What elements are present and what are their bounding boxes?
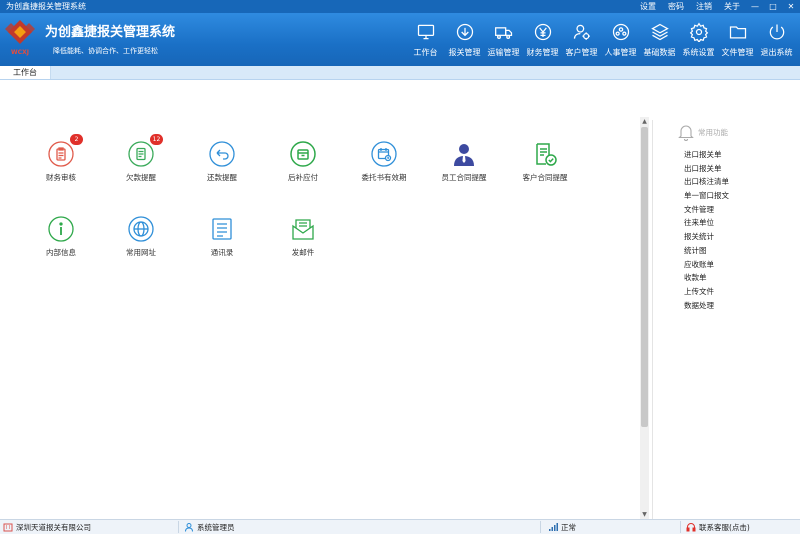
nav-finance[interactable]: 财务管理 bbox=[523, 22, 562, 58]
common-functions-panel: 常用功能 进口报关单 出口报关单 出口核注清单 单一窗口报文 文件管理 往来单位… bbox=[652, 120, 800, 519]
power-icon bbox=[769, 24, 784, 40]
panel-title: 常用功能 bbox=[698, 127, 728, 137]
shortcut-receipts[interactable]: 收款单 bbox=[684, 271, 729, 285]
return-icon bbox=[209, 141, 235, 167]
status-support[interactable]: 联系客服(点击) bbox=[686, 521, 750, 533]
yen-icon bbox=[534, 23, 551, 41]
function-internal-info[interactable]: 内部信息 bbox=[26, 216, 96, 258]
calendar-clock-icon bbox=[371, 141, 397, 167]
shortcut-partners[interactable]: 往来单位 bbox=[684, 216, 729, 230]
shortcut-data-processing[interactable]: 数据处理 bbox=[684, 299, 729, 313]
truck-icon bbox=[494, 27, 512, 39]
contract-check-icon bbox=[536, 143, 557, 166]
signal-icon bbox=[549, 523, 558, 531]
shortcut-list: 进口报关单 出口报关单 出口核注清单 单一窗口报文 文件管理 往来单位 报关统计… bbox=[684, 148, 729, 312]
window-title: 为创鑫捷报关管理系统 bbox=[6, 2, 86, 11]
svg-text:WCXJ: WCXJ bbox=[11, 49, 29, 56]
nav-hr[interactable]: 人事管理 bbox=[601, 22, 640, 58]
employee-icon bbox=[454, 144, 474, 166]
nav-exit[interactable]: 退出系统 bbox=[757, 22, 796, 58]
maximize-button[interactable]: □ bbox=[764, 2, 782, 11]
function-common-urls[interactable]: 常用网址 bbox=[106, 216, 176, 258]
password-link[interactable]: 密码 bbox=[668, 1, 684, 12]
company-logo: WCXJ bbox=[5, 18, 35, 60]
nav-basic-data[interactable]: 基础数据 bbox=[640, 22, 679, 58]
main-nav: 工作台 报关管理 运输管理 财务管理 客户管理 人事管理 基础数据 系统设置 文… bbox=[406, 22, 796, 58]
shortcut-single-window-message[interactable]: 单一窗口报文 bbox=[684, 189, 729, 203]
vertical-scrollbar[interactable]: ▲ ▼ bbox=[640, 117, 649, 519]
tab-strip: 工作台 bbox=[0, 66, 800, 80]
shortcut-receivables[interactable]: 应收账单 bbox=[684, 258, 729, 272]
shortcut-statistics-chart[interactable]: 统计图 bbox=[684, 244, 729, 258]
function-address-book[interactable]: 通讯录 bbox=[187, 216, 257, 258]
logout-link[interactable]: 注销 bbox=[696, 1, 712, 12]
scroll-thumb[interactable] bbox=[641, 127, 648, 427]
about-link[interactable]: 关于 bbox=[724, 1, 740, 12]
status-company: 深圳天道报关有限公司 bbox=[3, 521, 91, 533]
bell-icon bbox=[678, 125, 694, 141]
gear-icon bbox=[689, 22, 708, 42]
function-repayment-reminder[interactable]: 还款提醒 bbox=[187, 141, 257, 183]
close-button[interactable]: ✕ bbox=[782, 2, 800, 11]
app-header: WCXJ 为创鑫捷报关管理系统 降低能耗、协调合作、工作更轻松 工作台 报关管理… bbox=[0, 13, 800, 66]
function-customer-contract-reminder[interactable]: 客户合同提醒 bbox=[510, 141, 580, 183]
shortcut-import-declaration[interactable]: 进口报关单 bbox=[684, 148, 729, 162]
shortcut-export-declaration[interactable]: 出口报关单 bbox=[684, 162, 729, 176]
nav-settings[interactable]: 系统设置 bbox=[679, 22, 718, 58]
user-gear-icon bbox=[573, 24, 590, 40]
badge-count: 2 bbox=[70, 134, 83, 145]
badge-count: 12 bbox=[150, 134, 163, 145]
user-icon bbox=[185, 523, 193, 532]
function-send-email[interactable]: 发邮件 bbox=[268, 216, 338, 258]
app-slogan: 降低能耗、协调合作、工作更轻松 bbox=[53, 47, 158, 55]
shortcut-file-management[interactable]: 文件管理 bbox=[684, 203, 729, 217]
document-icon bbox=[128, 141, 154, 167]
status-bar: 深圳天道报关有限公司 系统管理员 正常 联系客服(点击) bbox=[0, 519, 800, 534]
status-network: 正常 bbox=[548, 521, 576, 533]
mail-icon bbox=[292, 219, 314, 240]
status-divider bbox=[540, 521, 541, 533]
function-power-of-attorney-validity[interactable]: 委托书有效期 bbox=[349, 141, 419, 183]
top-menu: 设置 密码 注销 关于 — □ ✕ bbox=[634, 0, 800, 13]
function-finance-audit[interactable]: 2 财务审核 bbox=[26, 134, 96, 183]
folder-icon bbox=[729, 26, 746, 39]
function-employee-contract-reminder[interactable]: 员工合同提醒 bbox=[429, 141, 499, 183]
tab-workbench[interactable]: 工作台 bbox=[0, 66, 51, 79]
scroll-down-arrow[interactable]: ▼ bbox=[640, 510, 649, 519]
globe-icon bbox=[128, 216, 154, 242]
layers-icon bbox=[650, 23, 669, 41]
status-user: 系统管理员 bbox=[184, 521, 235, 533]
monitor-icon bbox=[417, 24, 434, 40]
headset-icon bbox=[686, 523, 696, 532]
nav-transport[interactable]: 运输管理 bbox=[484, 22, 523, 58]
title-bar: 为创鑫捷报关管理系统 设置 密码 注销 关于 — □ ✕ bbox=[0, 0, 800, 13]
nav-files[interactable]: 文件管理 bbox=[718, 22, 757, 58]
shortcut-export-verification-list[interactable]: 出口核注清单 bbox=[684, 175, 729, 189]
shortcut-upload-file[interactable]: 上传文件 bbox=[684, 285, 729, 299]
nav-workbench[interactable]: 工作台 bbox=[406, 22, 445, 58]
download-circle-icon bbox=[456, 23, 473, 41]
minimize-button[interactable]: — bbox=[746, 2, 764, 11]
function-debt-reminder[interactable]: 12 欠款提醒 bbox=[106, 134, 176, 183]
nav-customer[interactable]: 客户管理 bbox=[562, 22, 601, 58]
status-divider bbox=[680, 521, 681, 533]
settings-link[interactable]: 设置 bbox=[640, 1, 656, 12]
box-icon bbox=[290, 141, 316, 167]
status-divider bbox=[178, 521, 179, 533]
scroll-up-arrow[interactable]: ▲ bbox=[640, 117, 649, 126]
app-title: 为创鑫捷报关管理系统 bbox=[45, 25, 176, 40]
list-icon bbox=[212, 218, 232, 240]
nav-customs[interactable]: 报关管理 bbox=[445, 22, 484, 58]
clipboard-icon bbox=[48, 141, 74, 167]
panel-header: 常用功能 bbox=[678, 123, 728, 141]
building-icon bbox=[3, 523, 13, 532]
shortcut-customs-statistics[interactable]: 报关统计 bbox=[684, 230, 729, 244]
info-icon bbox=[48, 216, 74, 242]
people-icon bbox=[612, 23, 629, 41]
function-payable-supplement[interactable]: 后补应付 bbox=[268, 141, 338, 183]
